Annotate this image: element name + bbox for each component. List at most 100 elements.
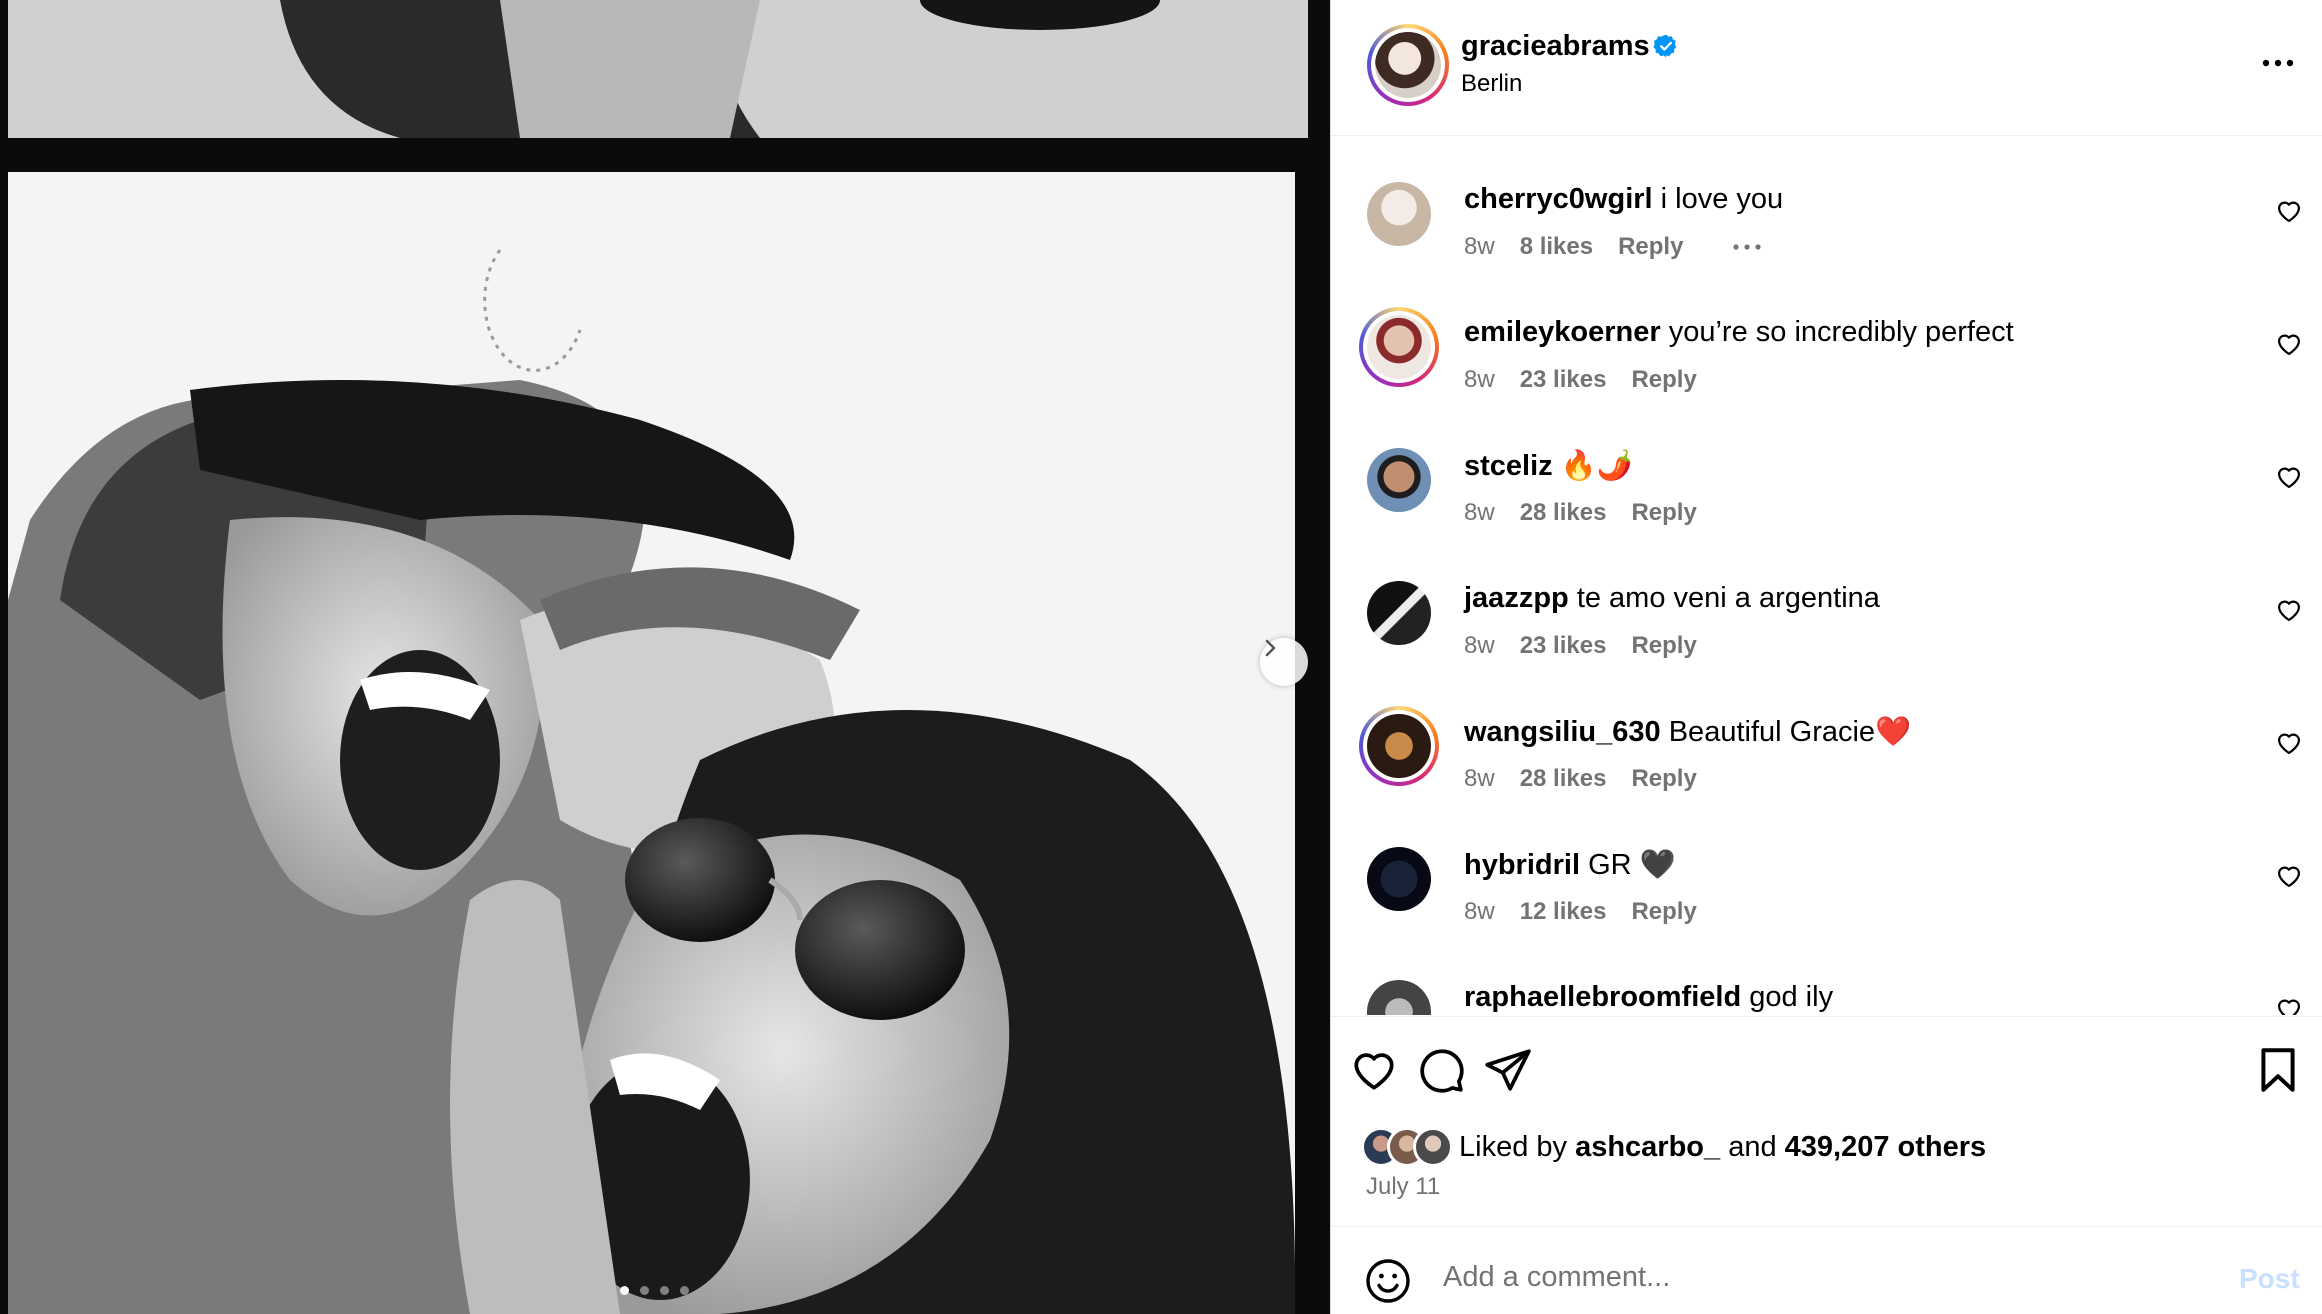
comment-composer: Post: [1331, 1226, 2322, 1314]
commenter-avatar[interactable]: [1367, 980, 1431, 1015]
comment-text: god ily: [1749, 981, 1834, 1013]
commenter-avatar[interactable]: [1367, 847, 1431, 911]
reply-button[interactable]: Reply: [1618, 233, 1683, 261]
commenter-username[interactable]: stceliz: [1464, 450, 1553, 482]
photobooth-image: [8, 0, 1308, 1314]
post-actions: Liked by ashcarbo_ and 439,207 others Ju…: [1331, 1016, 2322, 1226]
comment-body: emileykoerner you’re so incredibly perfe…: [1464, 316, 2014, 349]
commenter-avatar[interactable]: [1367, 581, 1431, 645]
verified-badge-icon: [1653, 34, 1677, 58]
author-username[interactable]: gracieabrams: [1461, 30, 1650, 63]
share-button[interactable]: [1483, 1045, 1533, 1095]
others-count[interactable]: 439,207 others: [1785, 1131, 1987, 1163]
comment-likes[interactable]: 23 likes: [1520, 632, 1607, 660]
comment-item: raphaellebroomfield god ily: [1331, 935, 2322, 1015]
comment-text: i love you: [1660, 183, 1784, 215]
post-header: gracieabrams Berlin: [1331, 0, 2322, 136]
like-button[interactable]: [1349, 1045, 1399, 1095]
reply-button[interactable]: Reply: [1631, 898, 1696, 926]
reply-button[interactable]: Reply: [1631, 499, 1696, 527]
comment-age[interactable]: 8w: [1464, 765, 1495, 793]
carousel-indicator: [620, 1286, 689, 1295]
commenter-username[interactable]: hybridril: [1464, 849, 1580, 881]
comment-like-heart-icon[interactable]: [2275, 330, 2303, 358]
commenter-avatar[interactable]: [1367, 448, 1431, 512]
more-options-icon: [2262, 59, 2294, 67]
comment-item: hybridril GR 🖤 8w 12 likes Reply: [1331, 802, 2322, 934]
carousel-dot: [640, 1286, 649, 1295]
comment-item: jaazzpp te amo veni a argentina 8w 23 like…: [1331, 536, 2322, 668]
reply-button[interactable]: Reply: [1631, 632, 1696, 660]
save-button[interactable]: [2253, 1045, 2303, 1095]
bookmark-icon: [2261, 1048, 2295, 1092]
comment-like-heart-icon[interactable]: [2275, 995, 2303, 1015]
comment-body: stceliz 🔥🌶️: [1464, 449, 1633, 483]
comment-likes[interactable]: 28 likes: [1520, 499, 1607, 527]
comment-age[interactable]: 8w: [1464, 898, 1495, 926]
heart-icon: [1354, 1053, 1394, 1090]
commenter-username[interactable]: raphaellebroomfield: [1464, 981, 1741, 1013]
comment-button[interactable]: [1416, 1045, 1466, 1095]
commenter-username[interactable]: emileykoerner: [1464, 316, 1661, 348]
commenter-username[interactable]: cherryc0wgirl: [1464, 183, 1653, 215]
first-liker-username[interactable]: ashcarbo_: [1575, 1131, 1720, 1163]
post-side-panel: gracieabrams Berlin cherryc0wgirl i love…: [1330, 0, 2322, 1314]
liked-by-joiner: and: [1728, 1130, 1777, 1163]
carousel-dot: [680, 1286, 689, 1295]
post-comment-button[interactable]: Post: [2239, 1263, 2300, 1295]
comment-item: emileykoerner you’re so incredibly perfe…: [1331, 270, 2322, 402]
carousel-dot: [620, 1286, 629, 1295]
commenter-username[interactable]: jaazzpp: [1464, 582, 1569, 614]
comment-item: cherryc0wgirl i love you 8w 8 likes Reply: [1331, 137, 2322, 269]
smiley-icon: [1366, 1259, 1410, 1303]
post-date[interactable]: July 11: [1366, 1173, 1440, 1201]
more-options-button[interactable]: [2258, 48, 2298, 78]
author-avatar[interactable]: [1367, 24, 1449, 106]
commenter-avatar[interactable]: [1367, 182, 1431, 246]
comment-age[interactable]: 8w: [1464, 233, 1495, 261]
comment-likes[interactable]: 28 likes: [1520, 765, 1607, 793]
comment-likes[interactable]: 12 likes: [1520, 898, 1607, 926]
post-location[interactable]: Berlin: [1461, 70, 1522, 98]
speech-bubble-icon: [1420, 1049, 1464, 1093]
comment-likes[interactable]: 8 likes: [1520, 233, 1593, 261]
comment-input[interactable]: [1443, 1247, 2203, 1307]
commenter-avatar[interactable]: [1359, 706, 1439, 786]
comment-like-heart-icon[interactable]: [2275, 197, 2303, 225]
comment-meta: 8w 23 likes Reply: [1464, 632, 1697, 660]
comment-meta: 8w 28 likes Reply: [1464, 499, 1697, 527]
commenter-avatar[interactable]: [1359, 307, 1439, 387]
commenter-username[interactable]: wangsiliu_630: [1464, 716, 1661, 748]
comment-text: GR 🖤: [1588, 849, 1676, 881]
comment-body: raphaellebroomfield god ily: [1464, 981, 1833, 1014]
comment-item: stceliz 🔥🌶️ 8w 28 likes Reply: [1331, 403, 2322, 535]
comment-meta: 8w 28 likes Reply: [1464, 765, 1697, 793]
likes-summary[interactable]: Liked by ashcarbo_ and 439,207 others: [1361, 1125, 1986, 1169]
reply-button[interactable]: Reply: [1631, 765, 1696, 793]
comment-text: te amo veni a argentina: [1576, 582, 1880, 614]
comment-more-icon[interactable]: [1730, 237, 1764, 257]
carousel-dot: [660, 1286, 669, 1295]
comment-likes[interactable]: 23 likes: [1520, 366, 1607, 394]
comment-age[interactable]: 8w: [1464, 632, 1495, 660]
reply-button[interactable]: Reply: [1631, 366, 1696, 394]
comment-meta: 8w 8 likes Reply: [1464, 233, 1764, 261]
comment-like-heart-icon[interactable]: [2275, 862, 2303, 890]
comment-age[interactable]: 8w: [1464, 499, 1495, 527]
liked-by-prefix: Liked by: [1459, 1130, 1568, 1163]
emoji-button[interactable]: [1364, 1257, 1412, 1305]
carousel-next-button[interactable]: [1260, 638, 1308, 686]
comment-text: 🔥🌶️: [1560, 450, 1633, 482]
post-photo: [0, 0, 1330, 1314]
comment-like-heart-icon[interactable]: [2275, 729, 2303, 757]
comment-text: you’re so incredibly perfect: [1668, 316, 2014, 348]
comment-body: jaazzpp te amo veni a argentina: [1464, 582, 1880, 615]
comment-text: Beautiful Gracie❤️: [1668, 716, 1912, 748]
comment-age[interactable]: 8w: [1464, 366, 1495, 394]
comment-like-heart-icon[interactable]: [2275, 463, 2303, 491]
comment-body: hybridril GR 🖤: [1464, 848, 1676, 882]
liked-by-text: Liked by ashcarbo_ and 439,207 others: [1459, 1131, 1986, 1164]
chevron-right-icon: [1265, 639, 1276, 657]
comments-list[interactable]: cherryc0wgirl i love you 8w 8 likes Reply em…: [1331, 137, 2322, 1015]
comment-like-heart-icon[interactable]: [2275, 596, 2303, 624]
